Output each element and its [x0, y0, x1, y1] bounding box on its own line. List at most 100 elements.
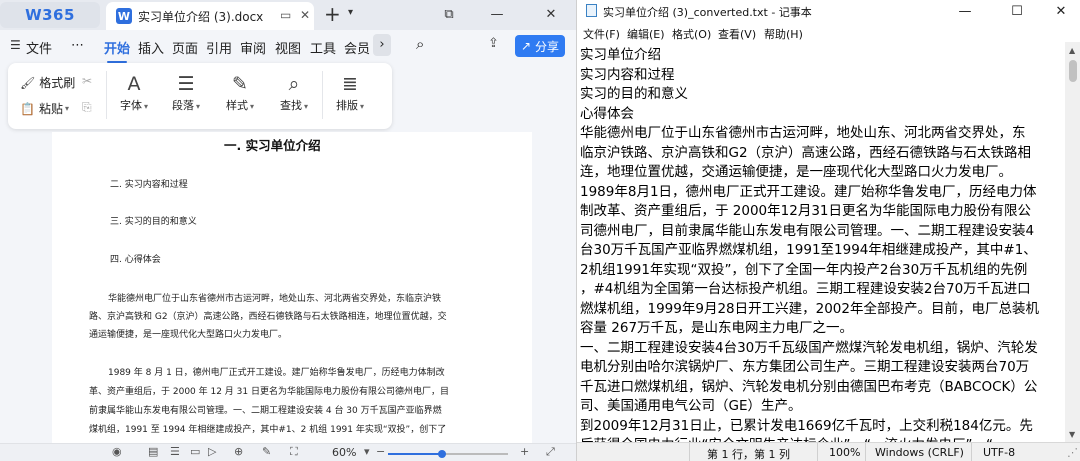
- menu-tools[interactable]: 工具: [310, 38, 336, 57]
- close-window-icon[interactable]: ✕: [1041, 1, 1080, 21]
- scroll-down-icon[interactable]: ▼: [1069, 430, 1075, 439]
- paragraph-button[interactable]: ☰ 段落 ▾: [160, 71, 212, 113]
- menu-scroll-right-icon[interactable]: ›: [373, 34, 391, 56]
- cut-icon[interactable]: ✂: [82, 74, 92, 88]
- page-view-icon[interactable]: ▤: [148, 445, 158, 458]
- zoom-out-icon[interactable]: −: [376, 445, 385, 458]
- maximize-icon[interactable]: ☐: [997, 1, 1037, 21]
- minimize-icon[interactable]: —: [486, 4, 508, 24]
- text-line: 到2009年12月31日止，已累计发电1669亿千瓦时，上交利税184亿元。先: [580, 417, 1033, 434]
- text-line: 实习内容和过程: [580, 66, 675, 83]
- close-window-icon[interactable]: ✕: [540, 4, 562, 24]
- menu-page[interactable]: 页面: [172, 38, 198, 57]
- text-line: 心得体会: [580, 105, 634, 122]
- font-dropdown-icon: ▾: [143, 102, 148, 111]
- menu-view[interactable]: 视图: [275, 38, 301, 57]
- notepad-title-bar: 实习单位介绍 (3)_converted.txt - 记事本 — ☐ ✕: [577, 0, 1080, 22]
- wps-home-tab[interactable]: W365: [0, 2, 100, 28]
- format-painter-button[interactable]: 🖌 格式刷: [20, 74, 75, 91]
- menu-insert[interactable]: 插入: [138, 38, 164, 57]
- text-line: 后获得全国电力行业“安全文明生产达标企业”、“一流火力发电厂”、“: [580, 433, 993, 442]
- notepad-window: 实习单位介绍 (3)_converted.txt - 记事本 — ☐ ✕ 文件(…: [576, 0, 1080, 461]
- layout-label: 排版: [335, 99, 358, 112]
- menu-reference[interactable]: 引用: [206, 38, 232, 57]
- pen-icon[interactable]: ✎: [262, 445, 271, 458]
- menu-home[interactable]: 开始: [104, 38, 130, 63]
- menu-help[interactable]: 帮助(H): [764, 26, 803, 42]
- fullscreen-icon[interactable]: ⤢: [546, 445, 555, 459]
- status-separator: [971, 443, 972, 461]
- zoom-slider[interactable]: [388, 450, 508, 458]
- doc-paragraph-line: 华能德州电厂位于山东省德州市古运河畔，地处山东、河北两省交界处，东临京沪铁: [108, 294, 442, 304]
- find-dropdown-icon: ▾: [303, 102, 308, 111]
- share-icon: ↗: [520, 39, 532, 53]
- web-view-icon[interactable]: ⊕: [234, 445, 243, 458]
- doc-paragraph-line: 前隶属华能山东发电有限公司管理。一、二期工程建设安装 4 台 30 万千瓦国产亚…: [89, 406, 442, 416]
- eye-protection-icon[interactable]: ◉: [112, 445, 122, 458]
- paste-label: 粘贴: [38, 102, 63, 116]
- tile-windows-icon[interactable]: ⧉: [438, 4, 460, 24]
- tab-close-icon[interactable]: ✕: [300, 8, 310, 22]
- layout-button[interactable]: ≣ 排版 ▾: [324, 71, 376, 113]
- vertical-scrollbar[interactable]: ▲ ▼: [1065, 42, 1080, 442]
- menu-edit[interactable]: 编辑(E): [627, 26, 665, 42]
- share-label: 分享: [535, 39, 560, 54]
- style-button[interactable]: ✎ 样式 ▾: [214, 71, 266, 113]
- find-label: 查找: [279, 99, 302, 112]
- zoom-slider-thumb[interactable]: [438, 450, 446, 458]
- play-icon[interactable]: ▷: [208, 445, 216, 458]
- menu-view[interactable]: 查看(V): [718, 26, 756, 42]
- text-line: 制改革、资产重组后，于 2000年12月31日更名为华能国际电力股份有限公: [580, 203, 1032, 219]
- minimize-icon[interactable]: —: [945, 1, 985, 21]
- resize-grip-icon[interactable]: ⋰: [1067, 446, 1078, 459]
- font-button[interactable]: A 字体 ▾: [108, 71, 160, 113]
- wps-menu-bar: ☰ 文件 ⋯ 开始 插入 页面 引用 审阅 视图 工具 会员 › ⌕ ⇪: [0, 30, 576, 63]
- status-separator: [865, 443, 866, 461]
- text-line: 临京沪铁路、京沪高铁和G2（京沪）高速公路，西经石德铁路与石太铁路相: [580, 144, 1032, 161]
- share-button[interactable]: ↗ 分享: [515, 35, 565, 57]
- paste-dropdown-icon: ▾: [64, 104, 69, 113]
- menu-review[interactable]: 审阅: [240, 38, 266, 57]
- paste-button[interactable]: 📋 粘贴 ▾: [20, 100, 69, 117]
- scrollbar-thumb[interactable]: [1069, 60, 1077, 82]
- menu-format[interactable]: 格式(O): [672, 26, 711, 42]
- scroll-up-icon[interactable]: ▲: [1069, 46, 1075, 55]
- notepad-title: 实习单位介绍 (3)_converted.txt - 记事本: [603, 6, 812, 19]
- format-painter-label: 格式刷: [39, 76, 76, 90]
- text-line: 容量 267万千瓦，是山东电网主力电厂之一。: [580, 320, 854, 336]
- menu-more[interactable]: ⋯: [71, 38, 84, 53]
- search-icon[interactable]: ⌕: [416, 35, 424, 53]
- doc-paragraph-line: 通运输便捷，是一座现代化大型路口火力发电厂。: [89, 330, 288, 340]
- find-button[interactable]: ⌕ 查找 ▾: [268, 71, 320, 113]
- menu-file[interactable]: 文件: [26, 38, 52, 57]
- menu-member[interactable]: 会员: [344, 38, 370, 57]
- reading-view-icon[interactable]: ▭: [190, 445, 200, 458]
- layout-dropdown-icon: ▾: [359, 102, 364, 111]
- font-label: 字体: [119, 99, 142, 112]
- zoom-dropdown-icon[interactable]: ▾: [364, 445, 370, 458]
- notepad-text-area[interactable]: 实习单位介绍 实习内容和过程 实习的目的和意义 心得体会 华能德州电厂位于山东省德州市古…: [577, 42, 1065, 442]
- tab-window-icon[interactable]: ▭: [280, 8, 291, 22]
- hamburger-menu-icon[interactable]: ☰: [10, 38, 21, 52]
- tab-list-chevron-icon[interactable]: ▾: [348, 7, 353, 18]
- doc-heading: 一. 实习单位介绍: [224, 138, 321, 153]
- text-line: 电机分别由哈尔滨锅炉厂、东方集团公司生产。三期工程建设安装两台70万: [580, 359, 1030, 375]
- text-line: 1989年8月1日，德州电厂正式开工建设。建厂始称华鲁发电厂，历经电力体: [580, 183, 1037, 200]
- cloud-upload-icon[interactable]: ⇪: [488, 36, 499, 51]
- document-page[interactable]: 一. 实习单位介绍 二. 实习内容和过程 三. 实习的目的和意义 四. 心得体会…: [52, 132, 532, 443]
- zoom-level[interactable]: 60%: [332, 446, 356, 459]
- new-tab-plus-icon[interactable]: +: [324, 2, 341, 26]
- menu-file[interactable]: 文件(F): [583, 26, 620, 42]
- copy-icon[interactable]: ⎘: [82, 100, 92, 115]
- doc-paragraph-line: 革、资产重组后，于 2000 年 12 月 31 日更名为华能国际电力股份有限公…: [89, 387, 449, 397]
- ribbon-panel: 🖌 格式刷 ✂ 📋 粘贴 ▾ ⎘ A 字体 ▾ ☰ 段落 ▾ ✎ 样式 ▾ ⌕ …: [8, 63, 392, 129]
- zoom-level: 100%: [829, 446, 861, 459]
- status-separator: [689, 443, 690, 461]
- document-tab[interactable]: W 实习单位介绍 (3).docx ▭ ✕: [106, 2, 314, 30]
- fit-page-icon[interactable]: ⛶: [290, 445, 298, 459]
- zoom-in-icon[interactable]: +: [520, 445, 529, 458]
- outline-view-icon[interactable]: ☰: [170, 445, 180, 458]
- text-line: 千瓦进口燃煤机组，锅炉、汽轮发电机分别由德国巴布考克（BABCOCK）公: [580, 378, 1038, 395]
- paragraph-icon: ☰: [177, 73, 195, 95]
- wps-tab-bar: W365 W 实习单位介绍 (3).docx ▭ ✕ + ▾ ⧉ — ✕: [0, 0, 576, 30]
